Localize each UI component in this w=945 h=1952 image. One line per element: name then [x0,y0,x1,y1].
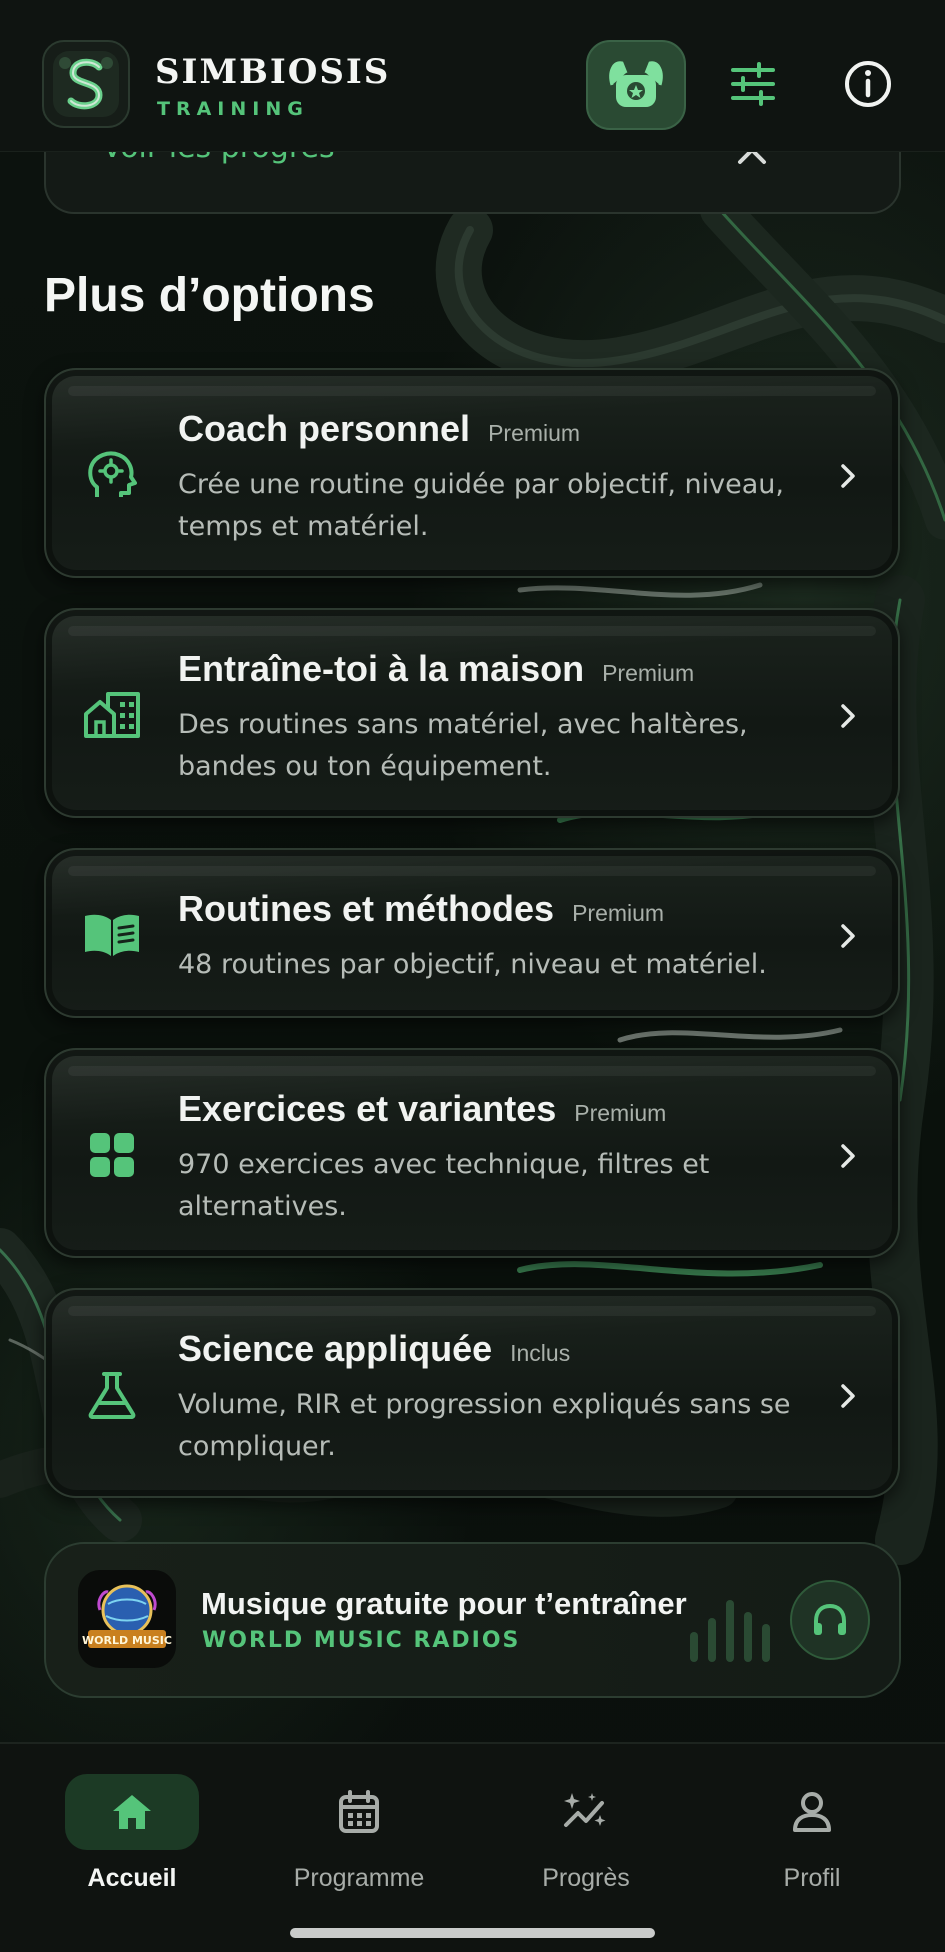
app-logo-icon[interactable] [42,40,130,128]
chevron-right-icon [834,1382,862,1410]
option-title: Coach personnel [178,408,471,449]
sparkle-chart-icon [519,1774,653,1850]
brain-head-icon [81,444,143,506]
option-title: Routines et méthodes [178,888,555,929]
nav-item-programme[interactable]: Programme [259,1774,459,1904]
music-title: Musique gratuite pour t’entraîner [201,1586,687,1621]
option-description: Volume, RIR et progression expliqués san… [178,1389,791,1462]
option-title: Science appliquée [178,1328,493,1369]
svg-text:WORLD MUSIC: WORLD MUSIC [82,1634,172,1647]
chevron-right-icon [834,462,862,490]
home-icon [65,1774,199,1850]
option-badge: Inclus [510,1340,571,1366]
chevron-right-icon [834,922,862,950]
option-card-routines[interactable]: Routines et méthodes Premium 48 routines… [44,848,900,1018]
nav-item-profil[interactable]: Profil [712,1774,912,1904]
option-badge: Premium [574,1100,667,1126]
option-title: Exercices et variantes [178,1088,557,1129]
app-header: SIMBIOSIS TRAINING [0,0,945,152]
nav-label: Programme [293,1864,425,1892]
home-indicator[interactable] [290,1928,655,1938]
filter-sliders-icon[interactable] [725,56,781,112]
option-card-home-training[interactable]: Entraîne-toi à la maison Premium Des rou… [44,608,900,818]
option-badge: Premium [572,900,665,926]
info-icon[interactable] [840,56,896,112]
bottom-navigation: Accueil Programme Progrès Profil [0,1742,945,1952]
nav-label: Progrès [542,1864,630,1892]
calendar-icon [292,1774,426,1850]
grid-icon [81,1124,143,1186]
option-badge: Premium [602,660,695,686]
music-subtitle: WORLD MUSIC RADIOS [202,1628,521,1653]
option-title: Entraîne-toi à la maison [178,648,585,689]
open-book-icon [81,904,143,966]
option-card-coach[interactable]: Coach personnel Premium Crée une routine… [44,368,900,578]
nav-item-progres[interactable]: Progrès [486,1774,686,1904]
chevron-right-icon [834,702,862,730]
option-card-science[interactable]: Science appliquée Inclus Volume, RIR et … [44,1288,900,1498]
option-description: 970 exercices avec technique, filtres et… [178,1149,710,1222]
trophy-badge-icon[interactable] [586,40,686,130]
option-badge: Premium [488,420,581,446]
option-description: Des routines sans matériel, avec haltère… [178,709,748,782]
world-music-radio-logo: WORLD MUSIC [78,1570,176,1668]
nav-label: Accueil [87,1864,177,1892]
option-description: Crée une routine guidée par objectif, ni… [178,469,784,542]
brand-subtitle: TRAINING [157,98,309,120]
nav-label: Profil [783,1864,841,1892]
user-icon [745,1774,879,1850]
section-title: Plus d’options [44,269,375,322]
nav-item-accueil[interactable]: Accueil [32,1774,232,1904]
option-card-exercises[interactable]: Exercices et variantes Premium 970 exerc… [44,1048,900,1258]
flask-icon [81,1364,143,1426]
home-building-icon [81,684,143,746]
headphones-icon[interactable] [790,1580,870,1660]
brand-name: SIMBIOSIS [155,52,391,92]
music-banner[interactable]: WORLD MUSIC Musique gratuite pour t’entr… [44,1542,901,1698]
chevron-right-icon [834,1142,862,1170]
equalizer-icon [690,1600,770,1662]
option-description: 48 routines par objectif, niveau et maté… [178,949,767,980]
